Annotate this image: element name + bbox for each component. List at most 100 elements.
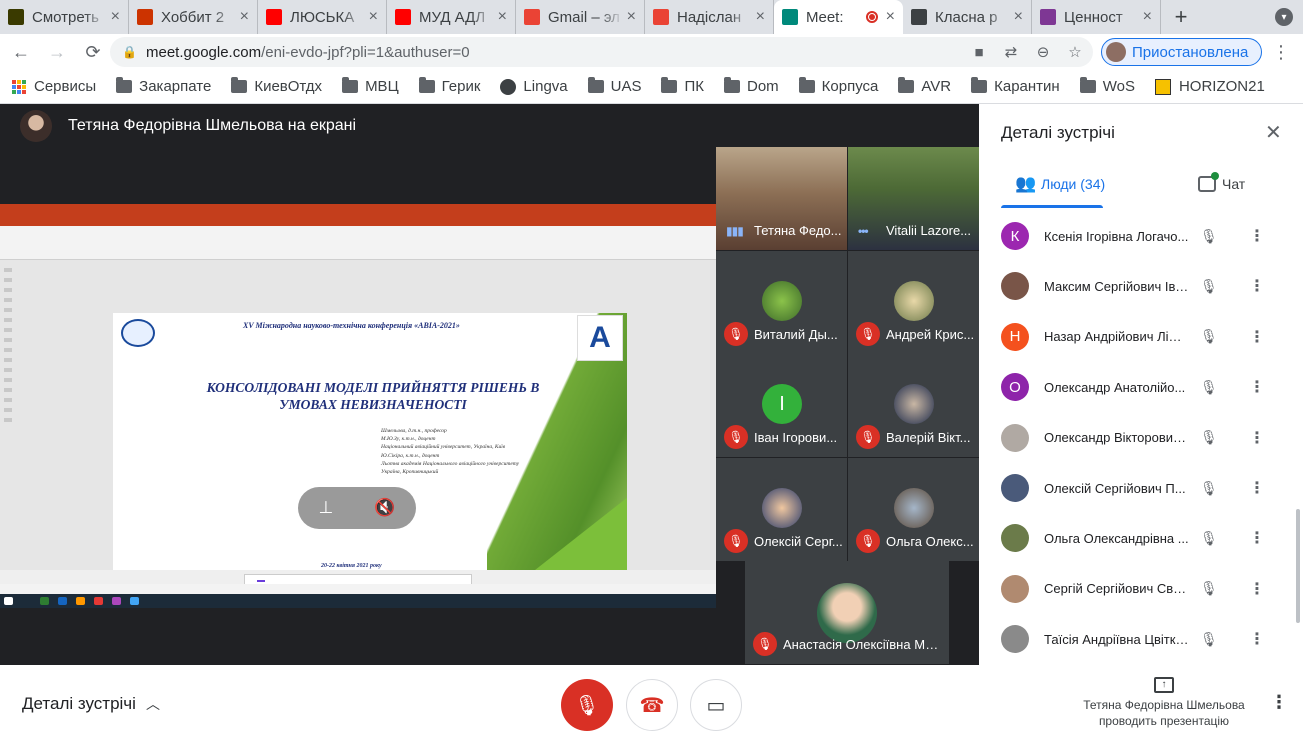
tab-search-icon[interactable]: ▾ bbox=[1275, 8, 1293, 26]
tab-5[interactable]: Надіслан × bbox=[645, 0, 774, 34]
meeting-details-button[interactable]: Деталі зустрічі ︿ bbox=[22, 694, 160, 714]
mic-off-icon[interactable]: 🎙 bbox=[1200, 228, 1218, 245]
bookmark-item[interactable]: ПК bbox=[661, 77, 704, 95]
close-tab-icon[interactable]: × bbox=[240, 8, 249, 26]
forward-button[interactable]: → bbox=[42, 37, 72, 67]
more-options-icon[interactable]: ⋮ bbox=[1249, 377, 1265, 397]
more-options-icon[interactable]: ⋮ bbox=[1249, 528, 1265, 548]
participant-row[interactable]: Олексій Сергійович П... 🎙 ⋮ bbox=[979, 463, 1303, 513]
more-options-icon[interactable]: ⋮ bbox=[1249, 226, 1265, 246]
participant-avatar bbox=[894, 281, 934, 321]
slide-thumbnails bbox=[4, 268, 20, 448]
more-options-icon[interactable]: ⋮ bbox=[1249, 579, 1265, 599]
mic-off-icon[interactable]: 🎙 bbox=[1200, 379, 1218, 396]
bookmark-item[interactable]: WoS bbox=[1079, 77, 1135, 95]
close-tab-icon[interactable]: × bbox=[111, 8, 120, 26]
presentation-status[interactable]: ↑ Тетяна Федорівна Шмельова проводить пр… bbox=[1075, 677, 1253, 729]
pin-icon[interactable]: ⊥ bbox=[319, 498, 334, 518]
close-icon[interactable]: ✕ bbox=[1265, 120, 1282, 145]
tab-4[interactable]: Gmail – эл × bbox=[516, 0, 645, 34]
participant-tile[interactable]: 🎙 Виталий Ды... bbox=[716, 251, 847, 354]
close-tab-icon[interactable]: × bbox=[627, 8, 636, 26]
more-options-icon[interactable]: ⋮ bbox=[1249, 428, 1265, 448]
participant-tile[interactable]: 🎙 Анастасія Олексіївна Ма... bbox=[745, 561, 949, 664]
translate-icon[interactable]: ⇄ bbox=[1002, 43, 1020, 61]
bookmark-item[interactable]: UAS bbox=[587, 77, 641, 95]
bookmark-item[interactable]: КиевОтдх bbox=[231, 77, 322, 95]
bookmark-item[interactable]: Корпуса bbox=[798, 77, 878, 95]
participant-avatar bbox=[1001, 625, 1029, 654]
camera-button[interactable]: ▭ bbox=[690, 679, 742, 731]
tab-2[interactable]: ЛЮСЬКА × bbox=[258, 0, 387, 34]
star-icon[interactable]: ☆ bbox=[1066, 43, 1084, 61]
close-tab-icon[interactable]: × bbox=[369, 8, 378, 26]
participant-tile[interactable]: 🎙 Андрей Крис... bbox=[848, 251, 979, 354]
participant-row[interactable]: Сергій Сергійович Сви... 🎙 ⋮ bbox=[979, 564, 1303, 614]
bookmark-item[interactable]: Герик bbox=[418, 77, 480, 95]
chrome-menu-icon[interactable]: ⋮ bbox=[1272, 42, 1290, 63]
tab-0[interactable]: Смотреть × bbox=[0, 0, 129, 34]
participant-row[interactable]: Максим Сергійович Іва... 🎙 ⋮ bbox=[979, 261, 1303, 311]
participant-tile[interactable]: 🎙 Ольга Олекс... bbox=[848, 458, 979, 561]
mic-off-icon[interactable]: 🎙 bbox=[1200, 328, 1218, 345]
mic-off-icon[interactable]: 🎙 bbox=[1200, 278, 1218, 295]
bookmark-item[interactable]: Закарпате bbox=[116, 77, 212, 95]
more-options-icon[interactable]: ⋮ bbox=[1249, 478, 1265, 498]
participant-row[interactable]: Олександр Вікторович... 🎙 ⋮ bbox=[979, 413, 1303, 463]
tab-3[interactable]: МУД АДЛ × bbox=[387, 0, 516, 34]
gmail-icon bbox=[653, 9, 669, 25]
camera-icon[interactable]: ■ bbox=[970, 43, 988, 61]
participant-tile[interactable]: ••• Vitalii Lazore... bbox=[848, 147, 979, 250]
bookmark-item[interactable]: Lingva bbox=[500, 78, 568, 95]
more-options-icon[interactable]: ⋮ bbox=[1270, 692, 1288, 713]
mic-off-icon[interactable]: 🎙 bbox=[1200, 480, 1218, 497]
bookmark-label: Закарпате bbox=[139, 78, 212, 95]
tab-8[interactable]: Ценност × bbox=[1032, 0, 1161, 34]
bookmark-item[interactable]: HORIZON21 bbox=[1154, 78, 1265, 95]
new-tab-button[interactable]: + bbox=[1161, 0, 1201, 34]
tab-1[interactable]: Хоббит 2 × bbox=[129, 0, 258, 34]
microphone-button[interactable]: 🎙 bbox=[561, 679, 613, 731]
participant-tile[interactable]: ▮▮▮ Тетяна Федо... bbox=[716, 147, 847, 250]
profile-button[interactable]: Приостановлена bbox=[1101, 38, 1262, 66]
close-tab-icon[interactable]: × bbox=[498, 8, 507, 26]
more-options-icon[interactable]: ⋮ bbox=[1249, 629, 1265, 649]
more-options-icon[interactable]: ⋮ bbox=[1249, 327, 1265, 347]
participant-row[interactable]: О Олександр Анатолійо... 🎙 ⋮ bbox=[979, 362, 1303, 412]
leave-call-button[interactable]: ☎ bbox=[626, 679, 678, 731]
reload-button[interactable]: ⟳ bbox=[78, 37, 108, 67]
participant-tile[interactable]: 🎙 Олексій Серг... bbox=[716, 458, 847, 561]
mic-off-icon[interactable]: 🎙 bbox=[1200, 530, 1218, 547]
zoom-icon[interactable]: ⊖ bbox=[1034, 43, 1052, 61]
bookmark-item[interactable]: Сервисы bbox=[12, 78, 96, 95]
tile-hover-controls[interactable]: ⊥ 🔇 bbox=[298, 487, 416, 529]
close-tab-icon[interactable]: × bbox=[756, 8, 765, 26]
participant-tile[interactable]: 🎙 Валерій Вікт... bbox=[848, 354, 979, 457]
mute-tile-icon[interactable]: 🔇 bbox=[374, 498, 395, 518]
participant-tile[interactable]: І 🎙 Іван Ігорови... bbox=[716, 354, 847, 457]
tab-7[interactable]: Класна р × bbox=[903, 0, 1032, 34]
presenter-name: Тетяна Федорівна Шмельова bbox=[1083, 698, 1245, 712]
tab-chat[interactable]: Чат bbox=[1198, 172, 1245, 192]
address-bar[interactable]: 🔒 meet.google.com/eni-evdo-jpf?pli=1&aut… bbox=[110, 37, 1093, 67]
participant-row[interactable]: Ольга Олександрівна ... 🎙 ⋮ bbox=[979, 513, 1303, 563]
close-tab-icon[interactable]: × bbox=[1014, 8, 1023, 26]
tab-6[interactable]: Meet: × bbox=[774, 0, 903, 34]
participant-row[interactable]: Н Назар Андрійович Ліщ... 🎙 ⋮ bbox=[979, 312, 1303, 362]
mic-off-icon[interactable]: 🎙 bbox=[1200, 580, 1218, 597]
close-tab-icon[interactable]: × bbox=[1143, 8, 1152, 26]
bookmark-item[interactable]: МВЦ bbox=[342, 77, 399, 95]
more-options-icon[interactable]: ⋮ bbox=[1249, 276, 1265, 296]
bookmark-item[interactable]: AVR bbox=[898, 77, 951, 95]
back-button[interactable]: ← bbox=[6, 37, 36, 67]
scrollbar[interactable] bbox=[1296, 509, 1300, 623]
bookmark-item[interactable]: Карантин bbox=[971, 77, 1060, 95]
bookmark-item[interactable]: Dom bbox=[724, 77, 779, 95]
participant-row[interactable]: Таїсія Андріївна Цвітко... 🎙 ⋮ bbox=[979, 614, 1303, 664]
mic-off-icon[interactable]: 🎙 bbox=[1200, 631, 1218, 648]
participant-row[interactable]: К Ксенія Ігорівна Логачо... 🎙 ⋮ bbox=[979, 211, 1303, 261]
close-tab-icon[interactable]: × bbox=[886, 8, 895, 26]
mic-off-icon[interactable]: 🎙 bbox=[1200, 429, 1218, 446]
shared-screen[interactable]: A XV Міжнародна науково-технічна конфере… bbox=[0, 204, 716, 608]
tab-people[interactable]: 👥 Люди (34) bbox=[1015, 175, 1105, 192]
